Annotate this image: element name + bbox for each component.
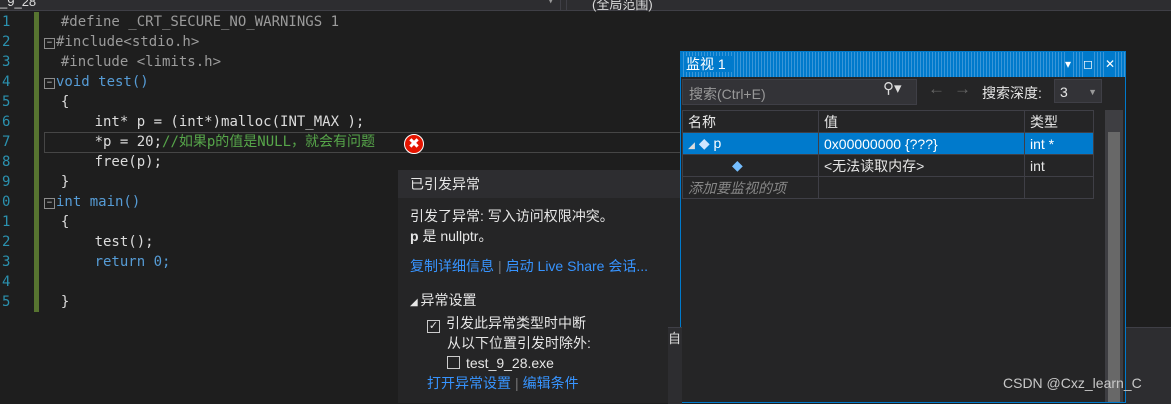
break-on-exception-option[interactable]: ✓ 引发此异常类型时中断 bbox=[410, 313, 681, 333]
line-number: 9 bbox=[2, 174, 11, 190]
watch-name-cell: ◆ bbox=[682, 154, 819, 177]
chevron-down-icon[interactable]: ▼ bbox=[548, 0, 553, 6]
error-icon[interactable]: ✖ bbox=[404, 134, 424, 154]
collapse-icon[interactable]: − bbox=[44, 198, 55, 209]
triangle-down-icon: ◢ bbox=[410, 297, 421, 308]
search-back-icon[interactable]: ← bbox=[928, 79, 945, 99]
watch-header-row: 名称 值 类型 bbox=[682, 110, 1094, 133]
except-label: 从以下位置引发时除外: bbox=[447, 335, 591, 351]
code-line: int* p = (int*)malloc(INT_MAX ); bbox=[94, 114, 365, 130]
watch-table: 名称 值 类型 ◢ ◆ p 0x00000000 {???} int * ◆ <… bbox=[682, 110, 1094, 199]
line-number: 4 bbox=[2, 74, 11, 90]
search-depth-label: 搜索深度: bbox=[982, 85, 1042, 101]
code-line: − void test() bbox=[44, 72, 684, 92]
settings-links: 打开异常设置 | 编辑条件 bbox=[427, 375, 579, 391]
line-number-gutter: 1 2 3 4 5 6 7 8 9 0 1 2 3 4 5 bbox=[0, 12, 28, 312]
exception-title: 已引发异常 bbox=[398, 170, 681, 198]
search-icon[interactable]: ⚲▾ bbox=[883, 79, 902, 97]
search-depth-select[interactable]: 3 ▼ bbox=[1054, 79, 1102, 103]
collapse-icon[interactable]: − bbox=[44, 78, 55, 89]
file-dropdown[interactable] bbox=[0, 0, 561, 10]
navigation-bar: _9_28 ▼ (全局范围) bbox=[0, 0, 1171, 12]
variable-icon: ◆ bbox=[698, 135, 710, 151]
change-tracking-bar bbox=[34, 12, 39, 312]
watch-search-input[interactable]: 搜索(Ctrl+E) bbox=[682, 79, 917, 105]
watch-row[interactable]: ◆ <无法读取内存> int bbox=[682, 154, 1094, 177]
line-number: 8 bbox=[2, 154, 11, 170]
copy-details-link[interactable]: 复制详细信息 bbox=[410, 258, 494, 274]
edit-conditions-link[interactable]: 编辑条件 bbox=[523, 375, 579, 391]
exception-settings-header[interactable]: ◢ 异常设置 bbox=[410, 290, 681, 313]
exception-settings: ◢ 异常设置 ✓ 引发此异常类型时中断 从以下位置引发时除外: test_9_28… bbox=[398, 290, 681, 393]
watermark: CSDN @Cxz_learn_C bbox=[1003, 375, 1142, 391]
watch-window: 监视 1 ▾ ◻ ✕ 搜索(Ctrl+E) ⚲▾ ← → 搜索深度: 3 ▼ 名称… bbox=[680, 51, 1126, 403]
scope-dropdown[interactable] bbox=[566, 0, 1171, 10]
partial-tool-window[interactable]: 自 bbox=[668, 327, 682, 404]
watch-scrollbar[interactable] bbox=[1105, 110, 1123, 402]
code-line: { bbox=[60, 94, 70, 110]
exception-links: 复制详细信息 | 启动 Live Share 会话... bbox=[410, 258, 649, 274]
window-menu-icon[interactable]: ▾ bbox=[1065, 52, 1072, 77]
line-number: 1 bbox=[2, 214, 11, 230]
line-number: 3 bbox=[2, 54, 11, 70]
line-number: 2 bbox=[2, 234, 11, 250]
watch-type-cell: int * bbox=[1024, 132, 1094, 155]
column-header-name[interactable]: 名称 bbox=[682, 110, 819, 133]
checkbox-checked[interactable]: ✓ bbox=[427, 320, 440, 333]
chevron-down-icon: ▼ bbox=[1088, 87, 1097, 97]
line-number: 0 bbox=[2, 194, 11, 210]
watch-name-cell: ◢ ◆ p bbox=[682, 132, 819, 155]
maximize-icon[interactable]: ◻ bbox=[1083, 52, 1093, 77]
code-line: #include <limits.h> bbox=[60, 54, 222, 70]
except-module-option[interactable]: test_9_28.exe bbox=[410, 353, 681, 373]
add-watch-placeholder[interactable]: 添加要监视的项 bbox=[682, 176, 819, 199]
variable-icon: ◆ bbox=[732, 157, 743, 173]
exception-helper: 已引发异常 引发了异常: 写入访问权限冲突。 p 是 nullptr。 复制详细… bbox=[398, 170, 681, 403]
watch-search-bar: 搜索(Ctrl+E) ⚲▾ ← → 搜索深度: 3 ▼ bbox=[681, 77, 1125, 107]
live-share-link[interactable]: 启动 Live Share 会话... bbox=[506, 258, 648, 274]
side-panel bbox=[1126, 327, 1171, 404]
file-dropdown-label: _9_28 bbox=[0, 0, 37, 9]
line-number: 7 bbox=[2, 134, 11, 150]
exception-detail: p 是 nullptr。 bbox=[410, 228, 493, 244]
code-line: #define _CRT_SECURE_NO_WARNINGS 1 bbox=[60, 14, 340, 30]
column-header-value[interactable]: 值 bbox=[818, 110, 1025, 133]
code-line: − #include<stdio.h> bbox=[44, 32, 684, 52]
search-placeholder: 搜索(Ctrl+E) bbox=[689, 86, 766, 102]
column-header-type[interactable]: 类型 bbox=[1024, 110, 1094, 133]
scrollbar-thumb[interactable] bbox=[1108, 132, 1120, 402]
line-number: 1 bbox=[2, 14, 11, 30]
code-line: *p = 20;//如果p的值是NULL，就会有问题 bbox=[94, 134, 376, 150]
watch-value-cell: <无法读取内存> bbox=[818, 154, 1025, 177]
open-exception-settings-link[interactable]: 打开异常设置 bbox=[427, 375, 511, 391]
watch-row[interactable]: ◢ ◆ p 0x00000000 {???} int * bbox=[682, 132, 1094, 155]
watch-title: 监视 1 bbox=[686, 56, 732, 72]
watch-title-bar[interactable]: 监视 1 ▾ ◻ ✕ bbox=[681, 52, 1125, 77]
line-number: 6 bbox=[2, 114, 11, 130]
expand-triangle-icon: ◢ bbox=[688, 140, 695, 150]
checkbox-unchecked[interactable] bbox=[447, 356, 460, 369]
line-number: 5 bbox=[2, 94, 11, 110]
search-forward-icon[interactable]: → bbox=[954, 79, 971, 99]
code-line: free(p); bbox=[94, 154, 163, 170]
watch-value-cell: 0x00000000 {???} bbox=[818, 132, 1025, 155]
line-number: 4 bbox=[2, 274, 11, 290]
line-number: 3 bbox=[2, 254, 11, 270]
watch-add-row[interactable]: 添加要监视的项 bbox=[682, 176, 1094, 199]
line-number: 2 bbox=[2, 34, 11, 50]
close-icon[interactable]: ✕ bbox=[1105, 52, 1116, 77]
collapse-icon[interactable]: − bbox=[44, 38, 55, 49]
watch-type-cell: int bbox=[1024, 154, 1094, 177]
line-number: 5 bbox=[2, 294, 11, 310]
exception-message: 引发了异常: 写入访问权限冲突。 bbox=[410, 208, 614, 224]
